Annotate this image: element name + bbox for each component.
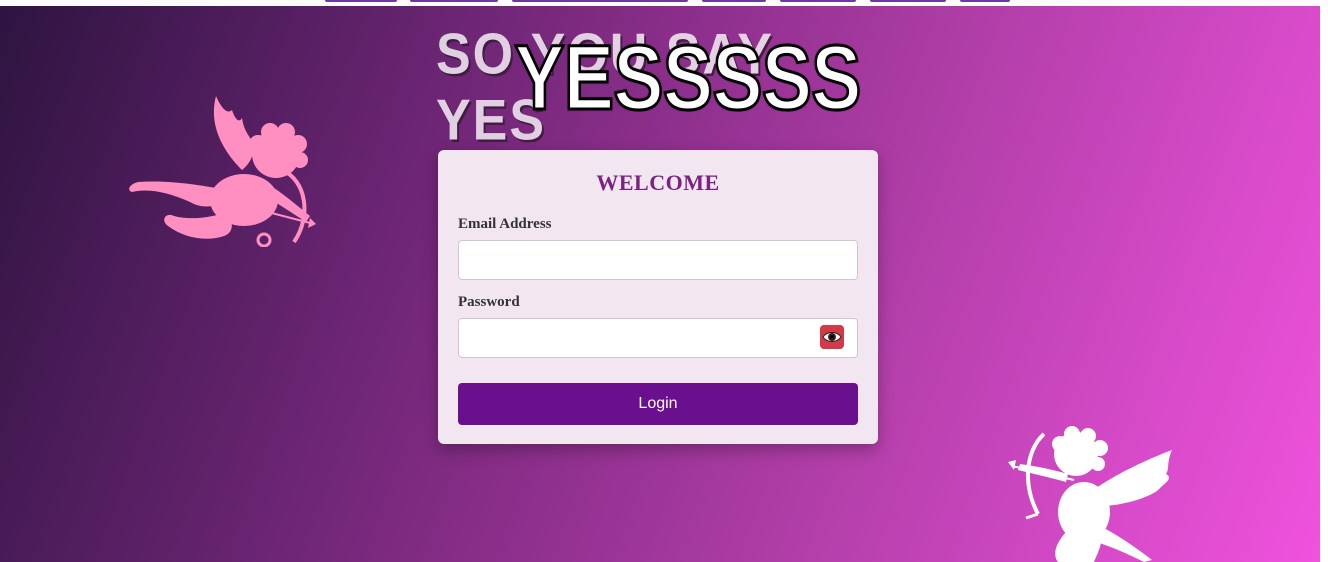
toggle-password-button[interactable] [820,325,844,349]
login-card: WELCOME Email Address Password Login [438,150,878,444]
top-tab[interactable] [960,0,1010,2]
email-field[interactable] [458,240,858,280]
login-button[interactable]: Login [458,383,858,425]
banner-front-text: YESSSSS [513,26,863,131]
password-label: Password [458,294,520,310]
top-tab[interactable] [512,0,688,2]
cupid-icon [1008,426,1172,562]
login-title: WELCOME [596,170,720,195]
meme-banner: SO YOU SAY YES YESSSSS [432,22,888,153]
top-tab[interactable] [410,0,498,2]
top-tab[interactable] [702,0,766,2]
top-tab[interactable] [780,0,856,2]
scrollbar-gutter [1320,6,1328,562]
top-tab[interactable] [325,0,397,2]
cupid-icon [129,96,316,247]
email-label: Email Address [458,216,552,232]
eye-icon [822,332,842,342]
top-tab[interactable] [870,0,946,2]
password-field[interactable] [458,318,858,358]
